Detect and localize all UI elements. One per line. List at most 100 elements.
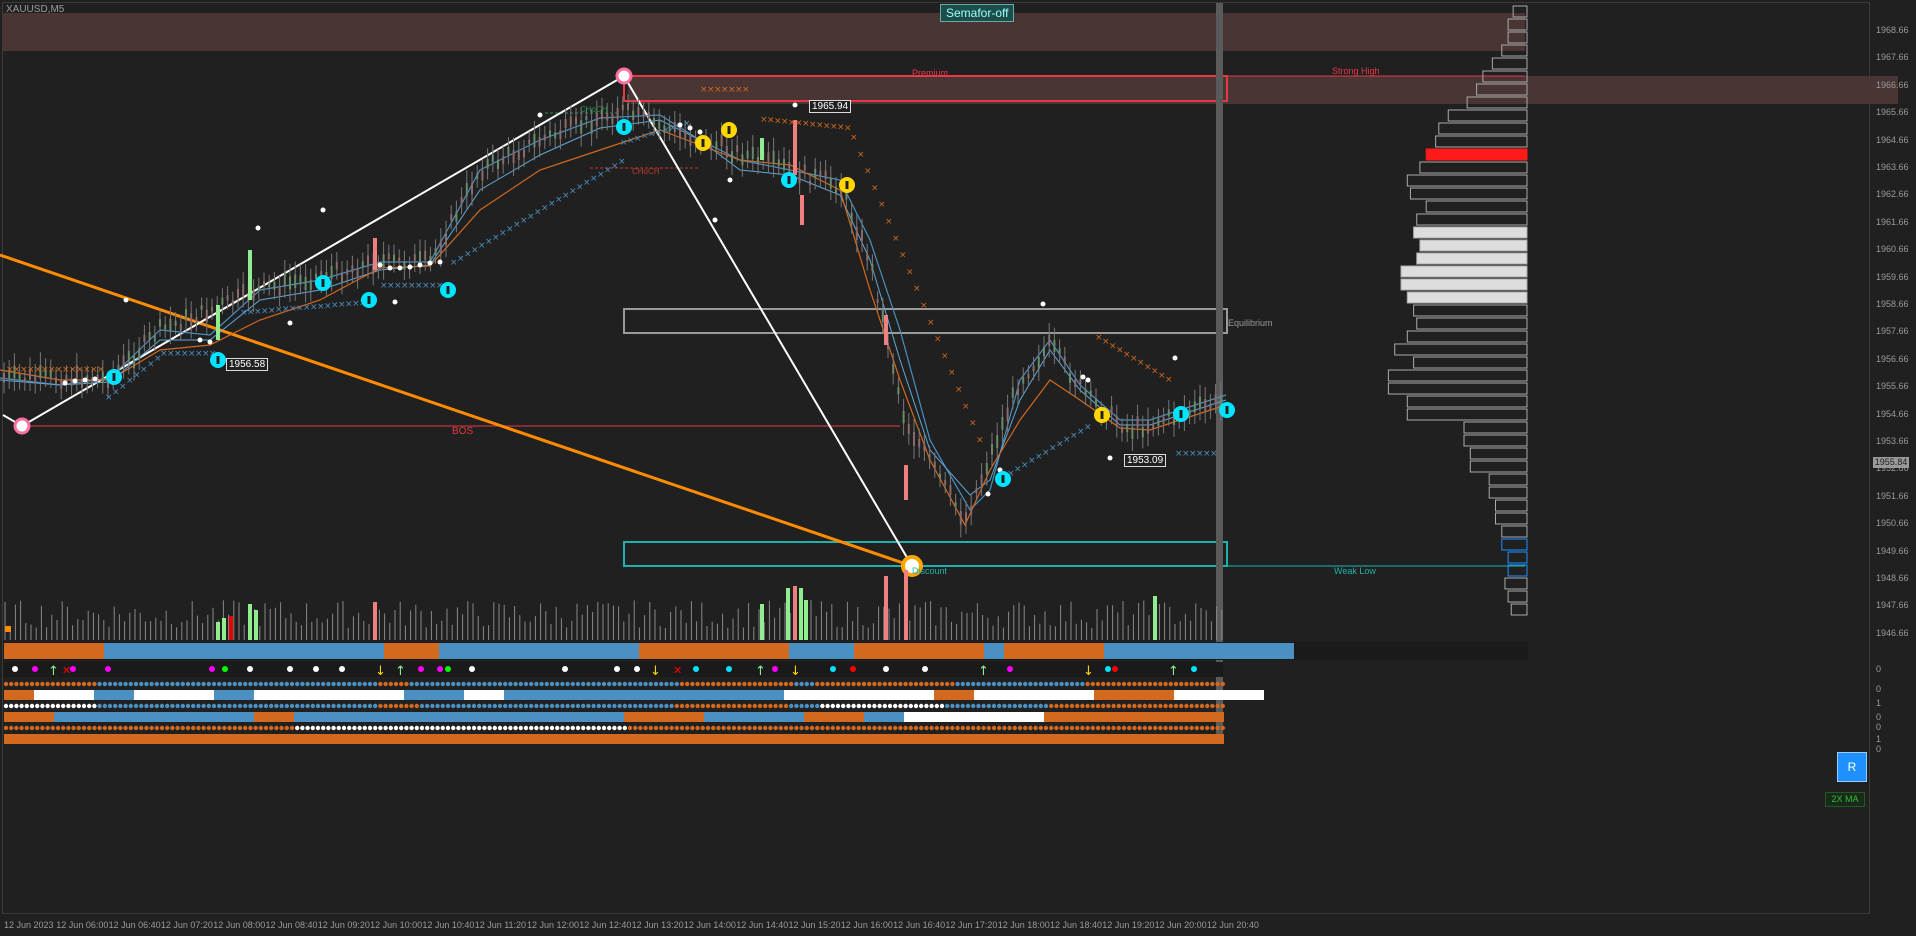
zigzag-line[interactable] <box>2 74 913 567</box>
strip-dot <box>102 703 108 709</box>
signal-dot <box>562 666 568 672</box>
volume-profile-bar <box>1413 356 1528 369</box>
strip-dot <box>1116 703 1122 709</box>
strip-dot <box>367 725 373 731</box>
strip-dot <box>913 703 919 709</box>
swing-low-marker-left[interactable] <box>13 417 31 435</box>
candle-body <box>824 170 827 180</box>
sub-panel-label: 0 <box>1876 722 1882 732</box>
strip-dot <box>196 681 201 687</box>
strip-dot <box>549 725 555 731</box>
strip-dot <box>445 681 451 687</box>
volume-profile-bar <box>1413 304 1528 317</box>
volume-profile-bar <box>1488 473 1528 486</box>
time-axis-label: 12 Jun 20:40 <box>1206 920 1259 930</box>
candle-body <box>913 432 915 446</box>
price-axis-label: 1964.66 <box>1876 134 1909 145</box>
strip-dot <box>508 725 513 731</box>
candle-body <box>757 156 759 165</box>
strip-dot <box>492 725 497 731</box>
orange-trendline[interactable] <box>0 253 913 568</box>
two-x-ma-button[interactable]: 2X MA <box>1825 792 1865 807</box>
volume-bar-highlight <box>804 600 808 640</box>
time-axis-label: 12 Jun 13:20 <box>631 920 684 930</box>
strip-dot <box>679 725 685 731</box>
discount-zone-box[interactable] <box>623 541 1228 567</box>
candle-body <box>179 323 182 331</box>
strip-dot <box>882 703 887 709</box>
strip-dot <box>196 725 201 731</box>
psar-dot: × <box>906 267 914 277</box>
volume-profile-bar <box>1406 408 1528 421</box>
strip-dot <box>1038 681 1044 687</box>
strip-dot <box>14 703 19 709</box>
strip-dot <box>882 681 887 687</box>
signal-arrow-icon: ↓ <box>1083 664 1094 679</box>
time-axis[interactable]: 12 Jun 2023 12 Jun 06:00 12 Jun 06:40 12 Ju… <box>0 918 1870 936</box>
strip-dot <box>825 703 830 709</box>
price-chart[interactable]: × × × × × × × × × × × × × ×××××××××× × × × × × ×× × × × × × × × × × ×… <box>0 0 1916 936</box>
strip-dot <box>601 703 607 709</box>
strip-segment <box>214 690 254 700</box>
candle-body <box>398 257 401 262</box>
strip-dot <box>986 703 991 709</box>
strip-dot <box>133 681 139 687</box>
semafor-toggle-button[interactable]: Semafor-off <box>940 4 1015 22</box>
candle-body <box>1095 398 1097 407</box>
candle-body <box>595 113 598 127</box>
strip-dot <box>300 703 305 709</box>
swing-high-marker[interactable] <box>615 67 633 85</box>
strip-dot <box>315 725 321 731</box>
candle-body <box>985 462 988 475</box>
candle-body <box>1017 388 1019 396</box>
volume-profile-bar <box>1387 369 1528 382</box>
strip-dot <box>674 703 679 709</box>
strip-dot <box>508 681 513 687</box>
strip-dot <box>1116 725 1122 731</box>
strip-dot <box>24 703 29 709</box>
r-button[interactable]: R <box>1837 752 1867 782</box>
strip-dot <box>9 725 14 731</box>
strip-dot <box>341 703 347 709</box>
price-axis-label: 1953.66 <box>1876 436 1909 446</box>
equilibrium-zone-box[interactable] <box>623 308 1228 334</box>
candle-body <box>736 145 739 153</box>
strip-dot <box>383 725 388 731</box>
cross-icon: ✕ <box>62 664 71 677</box>
strip-dot <box>274 681 279 687</box>
strip-dot <box>763 703 768 709</box>
strip-dot <box>731 703 737 709</box>
volume-profile-bar <box>1501 538 1528 551</box>
strip-dot <box>24 725 29 731</box>
candle-body <box>434 248 437 255</box>
strip-dot <box>1049 681 1054 687</box>
strip-dot <box>1179 725 1184 731</box>
volume-marker <box>5 626 11 632</box>
strip-dot <box>716 725 721 731</box>
strip-dot <box>773 725 778 731</box>
price-axis[interactable]: 1968.66 1967.66 1966.66 1965.66 1964.66 1963.… <box>1870 0 1916 910</box>
candle-body <box>803 164 806 171</box>
weak-low-label: Weak Low <box>1334 566 1376 576</box>
strip-dot <box>778 703 783 709</box>
candle-body <box>783 158 785 170</box>
candle-body <box>1141 426 1144 438</box>
candle-body <box>653 117 655 126</box>
strip-dot <box>856 703 861 709</box>
candle-body <box>1011 387 1014 398</box>
strip-dot <box>430 703 435 709</box>
candle-body <box>876 299 879 304</box>
strip-dot <box>451 681 456 687</box>
candle-body <box>1115 415 1118 427</box>
strip-dot <box>222 725 227 731</box>
strip-dot <box>549 703 555 709</box>
sub-panel-label: 1 <box>1876 734 1882 744</box>
candle-body <box>1063 356 1066 364</box>
strip-dot <box>1007 725 1012 731</box>
strip-dot <box>1132 703 1137 709</box>
strip-dot <box>976 681 981 687</box>
candle-body <box>382 254 385 268</box>
strip-dot <box>217 703 222 709</box>
strip-dot <box>399 703 404 709</box>
strip-dot <box>331 703 336 709</box>
